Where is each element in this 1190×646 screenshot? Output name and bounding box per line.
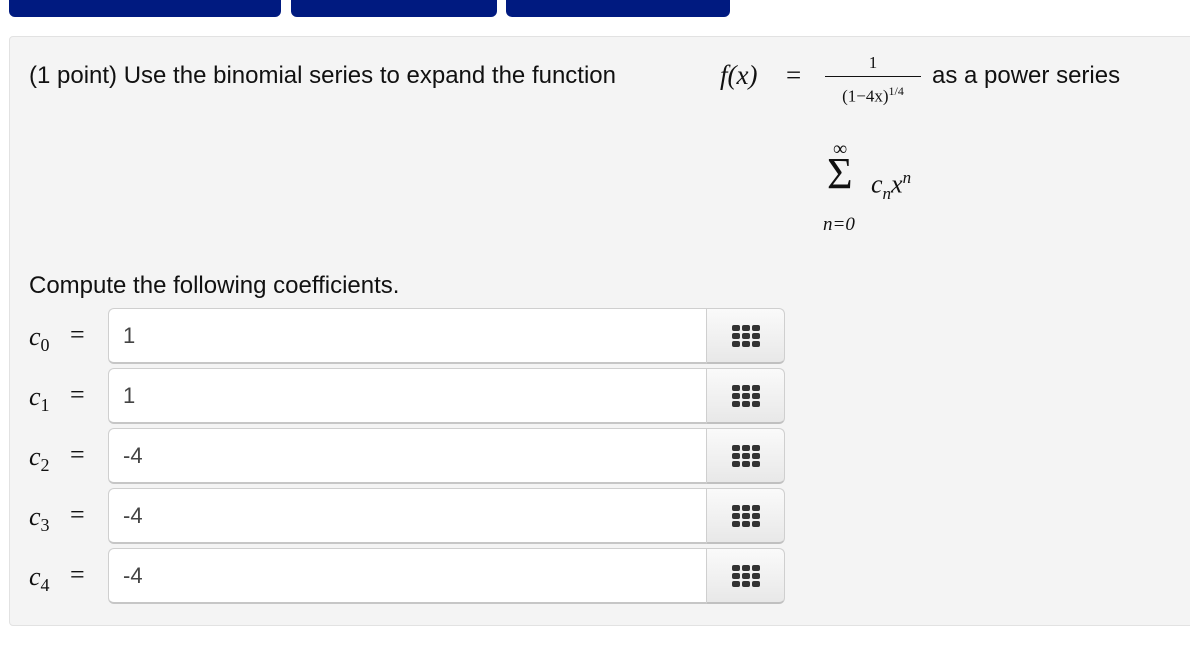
math-keypad-button[interactable] (706, 368, 785, 424)
coefficient-row-c2: c2 = (0, 428, 800, 486)
coefficient-label: c2 (29, 442, 50, 476)
coefficient-c1-input[interactable] (108, 368, 706, 424)
coefficient-row-c3: c3 = (0, 488, 800, 546)
coefficient-letter: c (29, 382, 41, 411)
math-keypad-button[interactable] (706, 488, 785, 544)
denominator-exponent: 1/4 (888, 84, 904, 98)
sum-lower-limit: n=0 (823, 214, 855, 236)
sigma-symbol: Σ (827, 149, 853, 198)
fraction-denominator: (1−4x)1/4 (825, 80, 921, 108)
function-name: f(x) (720, 60, 758, 90)
keypad-icon (731, 444, 760, 467)
coefficient-label: c1 (29, 382, 50, 416)
math-keypad-button[interactable] (706, 548, 785, 604)
coefficient-c4-input[interactable] (108, 548, 706, 604)
keypad-icon (731, 384, 760, 407)
top-nav-button-3[interactable] (506, 0, 730, 17)
coefficient-letter: c (29, 442, 41, 471)
term-coef: c (871, 169, 883, 199)
coefficient-equals: = (70, 560, 85, 589)
coefficient-label: c4 (29, 562, 50, 596)
problem-suffix: as a power series (932, 62, 1121, 89)
math-keypad-button[interactable] (706, 428, 785, 484)
top-nav-button-2[interactable] (291, 0, 497, 17)
term-var-sup: n (902, 168, 912, 187)
coefficient-letter: c (29, 322, 41, 351)
math-keypad-button[interactable] (706, 308, 785, 364)
coefficient-row-c4: c4 = (0, 548, 800, 606)
coefficient-row-c1: c1 = (0, 368, 800, 426)
sum-term: cnxn (871, 168, 911, 204)
function-fraction: 1 (1−4x)1/4 (825, 52, 921, 108)
keypad-icon (731, 504, 760, 527)
coefficient-equals: = (70, 500, 85, 529)
coefficient-equals: = (70, 380, 85, 409)
top-nav-button-1[interactable] (9, 0, 281, 17)
coefficient-letter: c (29, 502, 41, 531)
keypad-icon (731, 564, 760, 587)
coefficient-index: 0 (40, 335, 50, 356)
fraction-bar (825, 76, 921, 77)
equals-sign: = (786, 60, 802, 90)
denominator-base: (1−4x) (842, 86, 889, 106)
coefficient-c2-input[interactable] (108, 428, 706, 484)
fraction-numerator: 1 (868, 53, 878, 72)
coefficient-equals: = (70, 320, 85, 349)
compute-instruction: Compute the following coefficients. (29, 272, 400, 299)
coefficient-label: c0 (29, 322, 50, 356)
problem-statement: (1 point) Use the binomial series to exp… (29, 62, 617, 89)
coefficient-letter: c (29, 562, 41, 591)
term-var: x (891, 169, 903, 199)
keypad-icon (731, 324, 760, 347)
coefficient-c0-input[interactable] (108, 308, 706, 364)
coefficient-row-c0: c0 = (0, 308, 800, 366)
coefficient-label: c3 (29, 502, 50, 536)
coefficient-index: 2 (40, 455, 50, 476)
coefficient-c3-input[interactable] (108, 488, 706, 544)
sum-lower-text: n=0 (823, 214, 855, 235)
power-series-sum: ∞ Σ cnxn n=0 (815, 138, 945, 238)
coefficient-index: 3 (40, 515, 50, 536)
coefficient-index: 4 (40, 575, 50, 596)
coefficient-index: 1 (40, 395, 50, 416)
coefficient-equals: = (70, 440, 85, 469)
term-coef-sub: n (882, 183, 892, 203)
